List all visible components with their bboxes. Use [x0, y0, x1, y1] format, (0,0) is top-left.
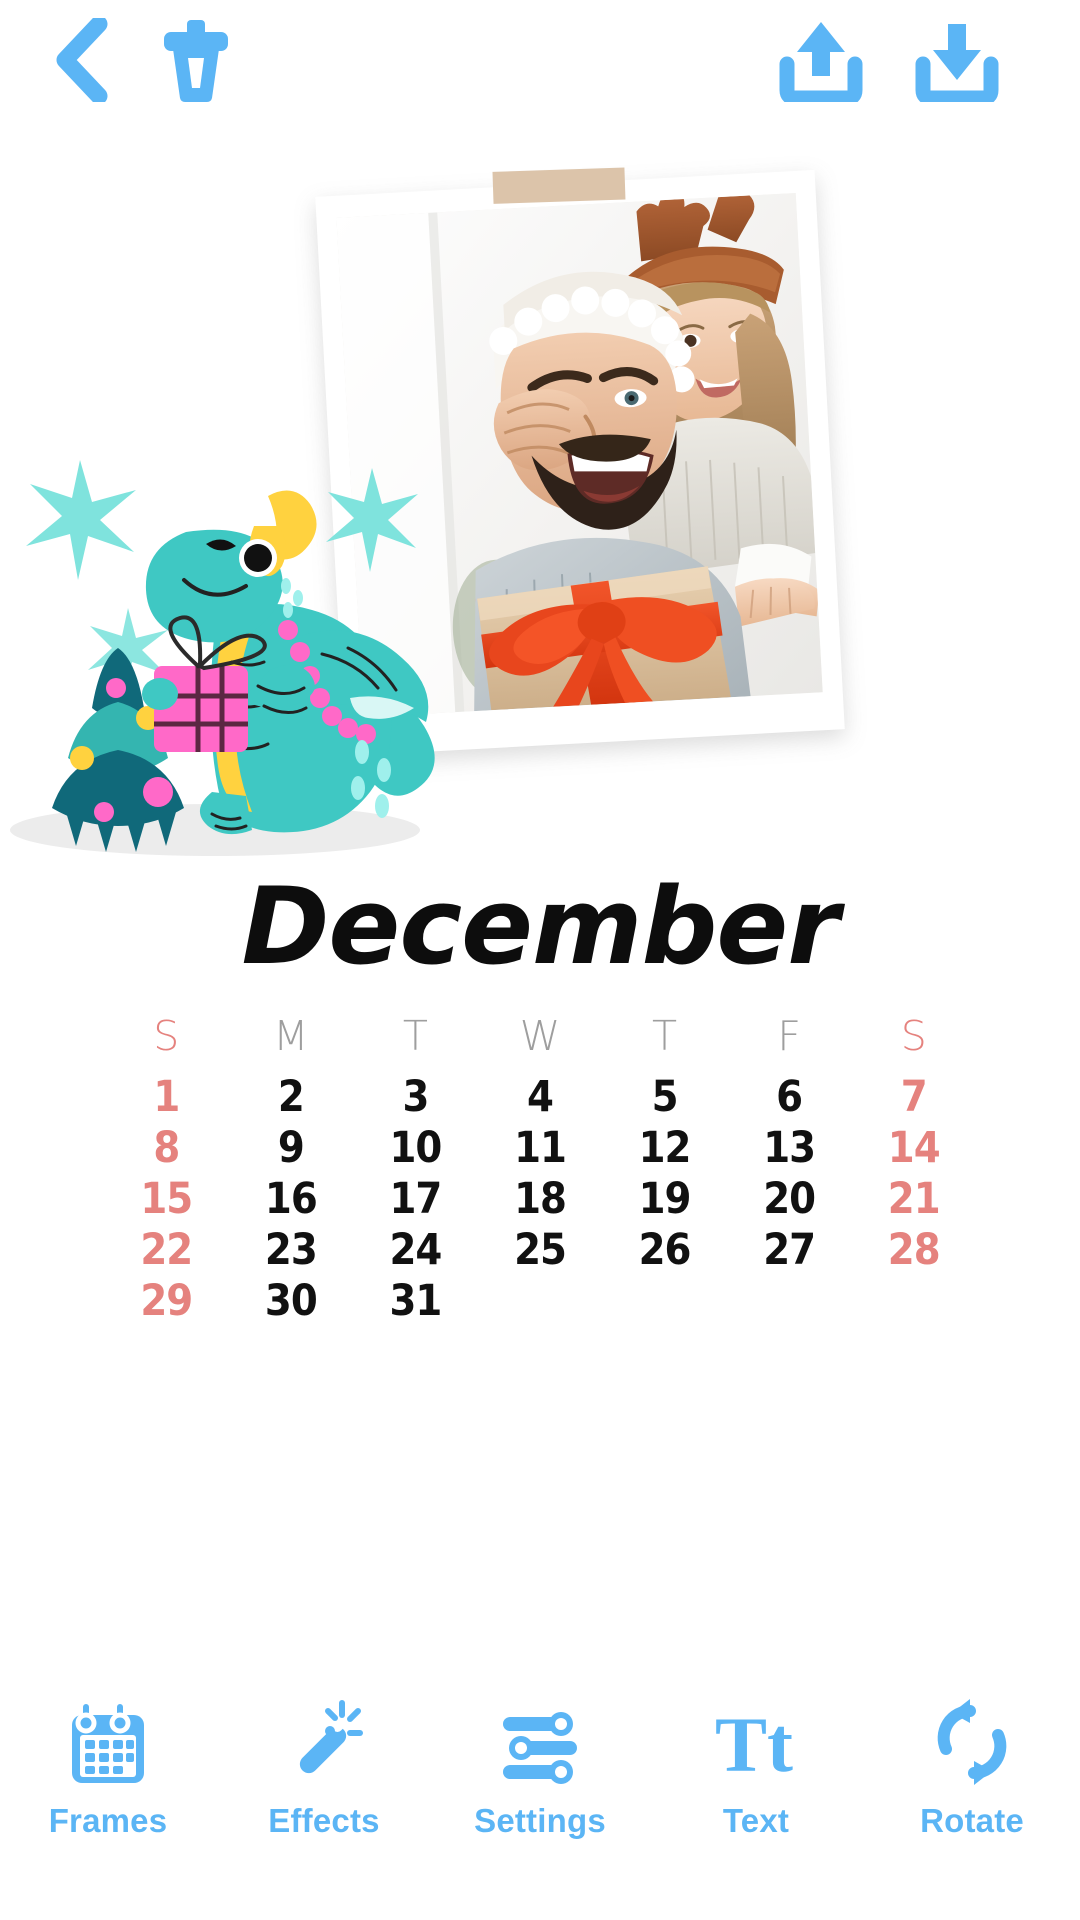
calendar-day: 19 [638, 1174, 692, 1224]
calendar-day: 29 [140, 1276, 193, 1326]
calendar-day: 16 [264, 1174, 318, 1224]
calendar-day: 27 [763, 1225, 816, 1275]
dragon-gift [142, 615, 267, 752]
share-button[interactable] [772, 14, 870, 106]
calendar-day: 28 [887, 1225, 941, 1275]
tab-label: Settings [474, 1802, 606, 1839]
calendar-day: 12 [638, 1123, 692, 1173]
calendar-day: 10 [389, 1123, 443, 1173]
back-button[interactable] [34, 18, 126, 102]
calendar-day: 2 [277, 1072, 305, 1122]
tab-label: Rotate [920, 1802, 1024, 1839]
save-button[interactable] [908, 14, 1006, 106]
tab-frames[interactable]: Frames [8, 1696, 208, 1840]
photo-image[interactable] [336, 192, 823, 718]
calendar-week-row: 8 9 10 11 12 13 14 [104, 1123, 976, 1174]
calendar-grid[interactable]: S M T W T F S 1 2 3 4 5 6 7 8 9 10 11 12… [104, 1000, 976, 1327]
calendar-day: 13 [763, 1123, 816, 1173]
calendar-day: 26 [638, 1225, 692, 1275]
christmas-tree-sticker [52, 648, 184, 852]
tab-rotate[interactable]: Rotate [872, 1696, 1072, 1840]
calendar-day: 25 [514, 1225, 567, 1275]
sliders-icon [497, 1696, 583, 1788]
calendar-day: 21 [887, 1174, 941, 1224]
top-toolbar [0, 0, 1080, 118]
calendar-day: 6 [776, 1072, 803, 1122]
photo-content [336, 192, 823, 718]
text-tt-icon: Tt [713, 1696, 799, 1788]
month-title[interactable]: December [0, 862, 1080, 992]
trash-icon [164, 20, 228, 102]
day-header: W [519, 1012, 561, 1060]
day-header: S [900, 1012, 927, 1060]
tab-label: Frames [48, 1802, 168, 1839]
calendar-day: 9 [277, 1123, 305, 1173]
day-header: T [402, 1012, 428, 1060]
day-header: F [777, 1012, 801, 1060]
calendar-week-row: 1 2 3 4 5 6 7 [104, 1072, 976, 1123]
delete-button[interactable] [150, 14, 242, 106]
calendar-day: 7 [900, 1072, 928, 1122]
calendar-day: 5 [651, 1072, 679, 1122]
calendar-day: 20 [763, 1174, 816, 1224]
calendar-day: 15 [140, 1174, 193, 1224]
calendar-week-row: 15 16 17 18 19 20 21 [104, 1174, 976, 1225]
photo-calendar-editor: December S M T W T F S 1 2 3 4 5 6 7 8 9… [0, 0, 1080, 1920]
day-header: T [652, 1012, 678, 1060]
calendar-week-row: 22 23 24 25 26 27 28 [104, 1225, 976, 1276]
calendar-day: 8 [153, 1123, 180, 1173]
calendar-day: 18 [514, 1174, 567, 1224]
calendar-day: 11 [514, 1123, 567, 1173]
calendar-day: 1 [153, 1072, 180, 1122]
calendar-day-headers: S M T W T F S [104, 1000, 976, 1072]
tab-label: Text [722, 1802, 790, 1839]
photo-frame[interactable] [315, 167, 845, 757]
tab-label: Effects [268, 1802, 380, 1839]
calendar-day: 31 [389, 1276, 443, 1326]
svg-text:Tt: Tt [715, 1701, 793, 1787]
tab-settings[interactable]: Settings [440, 1696, 640, 1840]
calendar-day: 30 [264, 1276, 318, 1326]
calendar-day: 4 [527, 1072, 554, 1122]
calendar-day: 17 [389, 1174, 443, 1224]
calendar-day: 23 [264, 1225, 318, 1275]
tab-effects[interactable]: Effects [224, 1696, 424, 1840]
rotate-icon [930, 1696, 1014, 1788]
calendar-icon [68, 1696, 148, 1788]
calendar-day: 3 [402, 1072, 429, 1122]
upload-icon [779, 22, 863, 102]
calendar-day: 14 [887, 1123, 941, 1173]
chevron-left-icon [56, 18, 108, 102]
masking-tape-icon [492, 167, 626, 204]
day-header: S [153, 1012, 180, 1060]
magic-wand-icon [284, 1696, 364, 1788]
bottom-toolbar: Frames Effects Settings Tt Text Rotate [0, 1672, 1080, 1920]
day-header: M [273, 1012, 309, 1060]
tab-text[interactable]: Tt Text [656, 1696, 856, 1840]
calendar-day: 24 [389, 1225, 443, 1275]
download-icon [915, 24, 999, 102]
calendar-day: 22 [140, 1225, 193, 1275]
calendar-week-row: 29 30 31 [104, 1276, 976, 1327]
